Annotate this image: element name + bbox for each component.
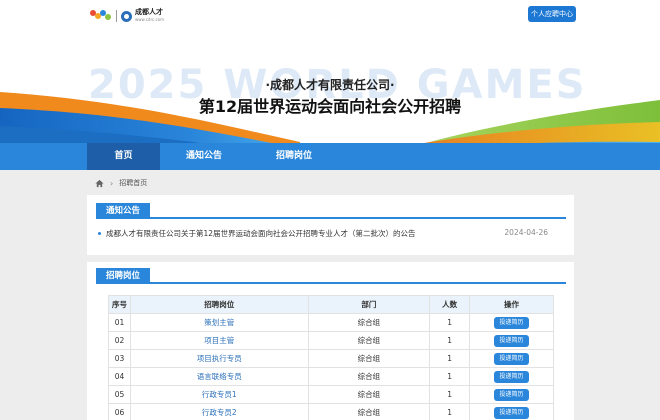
notice-link[interactable]: 成都人才有限责任公司关于第12届世界运动会面向社会公开招聘专业人才（第二批次）的… <box>106 228 416 239</box>
banner-headline: 第12届世界运动会面向社会公开招聘 <box>198 97 462 116</box>
chevron-right-icon: › <box>110 178 114 188</box>
table-row: 01 策划主管 综合组 1 投递简历 <box>108 313 554 332</box>
row-dept: 综合组 <box>307 403 431 420</box>
breadcrumb-current: 招聘首页 <box>119 179 148 187</box>
site-logo[interactable]: 成都人才 www.cdrc.com <box>90 8 164 24</box>
row-dept: 综合组 <box>307 367 431 386</box>
jobs-table: 序号 招聘岗位 部门 人数 操作 01 策划主管 综合组 1 投递简历 02 项… <box>108 295 554 420</box>
row-count: 1 <box>429 385 471 404</box>
logo-subtitle: www.cdrc.com <box>135 17 165 22</box>
row-no: 06 <box>108 403 131 420</box>
job-title-link[interactable]: 行政专员1 <box>129 385 309 404</box>
table-row: 02 项目主管 综合组 1 投递简历 <box>108 331 554 350</box>
jobs-section-title: 招聘岗位 <box>96 268 151 284</box>
row-no: 01 <box>108 313 131 332</box>
apply-button[interactable]: 投递简历 <box>494 388 530 401</box>
jobs-section-header: 招聘岗位 <box>96 268 566 284</box>
table-row: 06 行政专员2 综合组 1 投递简历 <box>108 403 554 420</box>
row-no: 02 <box>108 331 131 350</box>
table-row: 03 项目执行专员 综合组 1 投递简历 <box>108 349 554 368</box>
row-count: 1 <box>429 349 471 368</box>
company-name: ·成都人才有限责任公司· <box>265 78 395 92</box>
col-header-count: 人数 <box>429 295 471 314</box>
main-nav: 首页 通知公告 招聘岗位 <box>0 143 660 170</box>
apply-button[interactable]: 投递简历 <box>494 334 530 347</box>
apply-button[interactable]: 投递简历 <box>494 316 530 329</box>
row-no: 04 <box>108 367 131 386</box>
apply-button[interactable]: 投递简历 <box>494 406 530 419</box>
job-title-link[interactable]: 策划主管 <box>129 313 309 332</box>
logo-divider <box>116 10 117 22</box>
col-header-dept: 部门 <box>307 295 431 314</box>
notice-date: 2024-04-26 <box>504 228 548 237</box>
notice-item[interactable]: 成都人才有限责任公司关于第12届世界运动会面向社会公开招聘专业人才（第二批次）的… <box>98 228 568 240</box>
job-title-link[interactable]: 语言联络专员 <box>129 367 309 386</box>
col-header-action: 操作 <box>469 295 554 314</box>
logo-title: 成都人才 <box>135 8 163 16</box>
bullet-icon <box>98 232 101 235</box>
nav-item-home[interactable]: 首页 <box>87 143 160 170</box>
table-row: 04 语言联络专员 综合组 1 投递简历 <box>108 367 554 386</box>
world-games-logo-icon <box>90 9 112 23</box>
chengdu-rencai-logo-icon <box>121 10 132 22</box>
user-center-button[interactable]: 个人应聘中心 <box>528 6 576 22</box>
job-title-link[interactable]: 行政专员2 <box>129 403 309 420</box>
top-bar: 成都人才 www.cdrc.com 个人应聘中心 <box>0 0 660 30</box>
row-no: 05 <box>108 385 131 404</box>
row-count: 1 <box>429 331 471 350</box>
notice-section-header: 通知公告 <box>96 203 566 219</box>
nav-item-jobs[interactable]: 招聘岗位 <box>258 143 330 170</box>
row-count: 1 <box>429 367 471 386</box>
row-dept: 综合组 <box>307 313 431 332</box>
apply-button[interactable]: 投递简历 <box>494 370 530 383</box>
row-dept: 综合组 <box>307 349 431 368</box>
table-header-row: 序号 招聘岗位 部门 人数 操作 <box>108 295 554 314</box>
job-title-link[interactable]: 项目主管 <box>129 331 309 350</box>
job-title-link[interactable]: 项目执行专员 <box>129 349 309 368</box>
breadcrumb: › 招聘首页 <box>95 177 147 189</box>
home-icon[interactable] <box>95 179 104 188</box>
row-dept: 综合组 <box>307 385 431 404</box>
table-row: 05 行政专员1 综合组 1 投递简历 <box>108 385 554 404</box>
notice-section-title: 通知公告 <box>96 203 151 219</box>
row-count: 1 <box>429 403 471 420</box>
col-header-job: 招聘岗位 <box>129 295 309 314</box>
col-header-no: 序号 <box>108 295 131 314</box>
row-dept: 综合组 <box>307 331 431 350</box>
nav-item-notices[interactable]: 通知公告 <box>168 143 240 170</box>
row-no: 03 <box>108 349 131 368</box>
row-count: 1 <box>429 313 471 332</box>
apply-button[interactable]: 投递简历 <box>494 352 530 365</box>
notice-panel: 通知公告 <box>87 195 574 255</box>
